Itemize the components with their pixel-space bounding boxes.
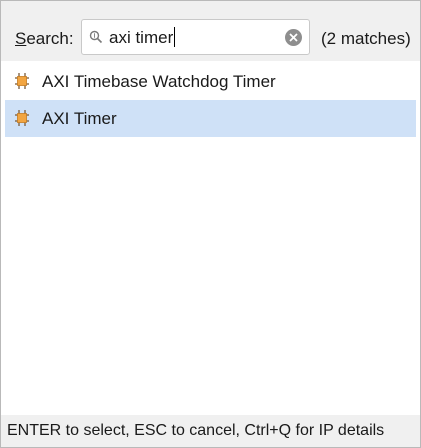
clear-icon[interactable] [284, 28, 303, 47]
ip-core-icon [15, 110, 29, 126]
results-list: AXI Timebase Watchdog Timer AXI Timer [5, 63, 416, 415]
search-input[interactable]: axi timer [109, 27, 176, 49]
ip-search-popup: Search: axi timer (2 matches) AXI Timeba… [0, 0, 421, 448]
search-field[interactable]: axi timer [81, 19, 310, 55]
result-item-axi-timer[interactable]: AXI Timer [5, 100, 416, 137]
result-label: AXI Timer [42, 109, 117, 128]
search-label: Search: [15, 29, 74, 48]
ip-core-icon [15, 73, 29, 89]
status-bar: ENTER to select, ESC to cancel, Ctrl+Q f… [1, 415, 420, 447]
match-count: (2 matches) [321, 29, 411, 48]
result-item-axi-timebase-watchdog-timer[interactable]: AXI Timebase Watchdog Timer [5, 63, 416, 100]
text-cursor [174, 27, 176, 47]
search-bar: Search: axi timer (2 matches) [1, 1, 420, 61]
search-icon [89, 30, 103, 44]
search-input-value: axi timer [109, 28, 174, 47]
keyboard-hint: ENTER to select, ESC to cancel, Ctrl+Q f… [7, 422, 385, 439]
result-label: AXI Timebase Watchdog Timer [42, 72, 276, 91]
